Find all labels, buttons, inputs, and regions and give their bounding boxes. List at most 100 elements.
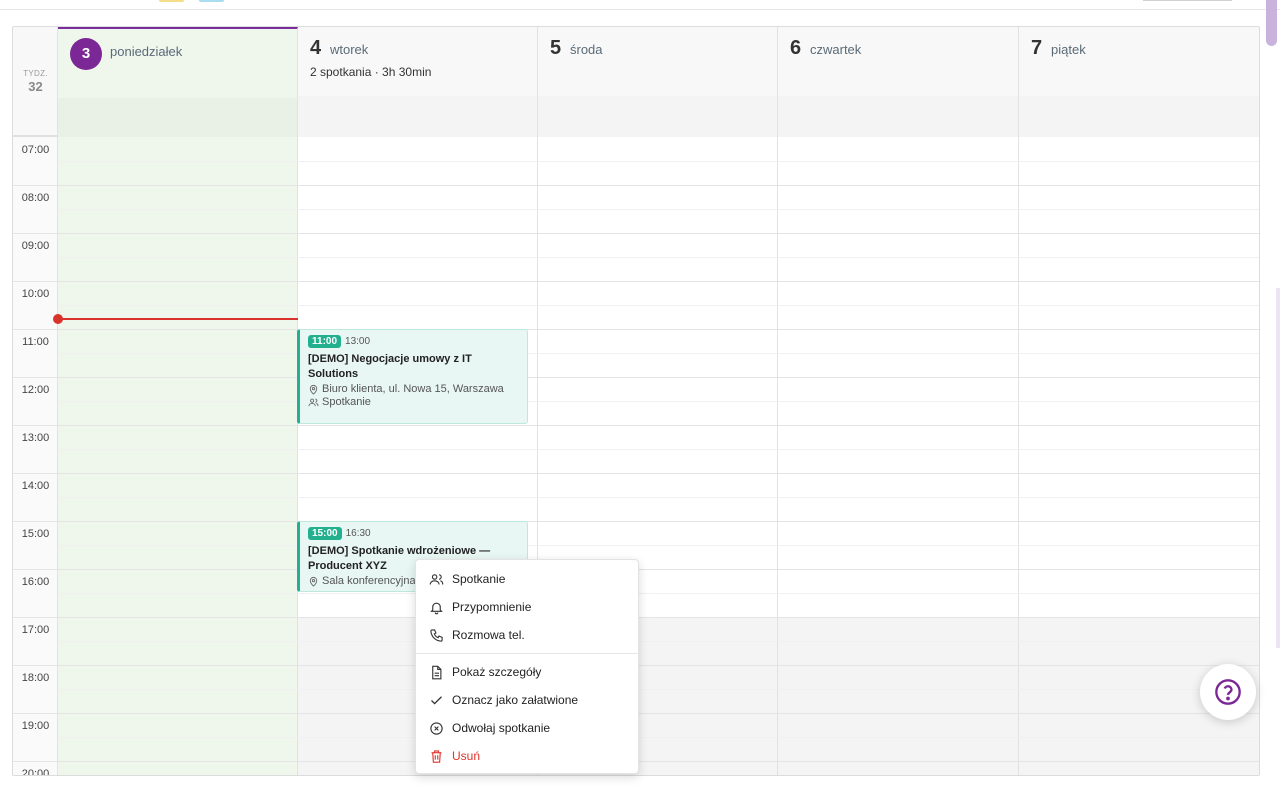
view-chip-yellow[interactable] <box>159 0 184 2</box>
menu-item-mark-done[interactable]: Oznacz jako załatwione <box>416 686 638 714</box>
day-name: środa <box>570 42 603 57</box>
time-label: 08:00 <box>21 192 50 204</box>
menu-item-meeting[interactable]: Spotkanie <box>416 565 638 593</box>
hour-line <box>13 473 1259 474</box>
event-location: Biuro klienta, ul. Nowa 15, Warszawa <box>308 383 519 395</box>
day-number: 7 <box>1031 37 1043 59</box>
half-hour-line <box>58 593 1259 594</box>
document-icon <box>428 664 444 680</box>
hour-line <box>13 521 1259 522</box>
menu-item-label: Przypomnienie <box>452 600 532 614</box>
day-summary: 2 spotkania · 3h 30min <box>310 65 432 79</box>
location-pin-icon <box>309 576 318 587</box>
event-card[interactable]: 11:00 13:00 [DEMO] Negocjacje umowy z IT… <box>297 329 528 424</box>
event-context-menu: Spotkanie Przypomnienie Rozmowa tel. Pok… <box>415 559 639 774</box>
menu-item-label: Pokaż szczegóły <box>452 665 542 679</box>
time-label: 09:00 <box>21 240 50 252</box>
top-toolbar <box>0 0 1280 10</box>
menu-item-label: Oznacz jako załatwione <box>452 693 579 707</box>
hour-line <box>13 281 1259 282</box>
event-location-text: Biuro klienta, ul. Nowa 15, Warszawa <box>322 383 504 395</box>
view-chip-blue[interactable] <box>199 0 224 2</box>
day-header-thursday[interactable]: 6 czwartek <box>778 27 1019 137</box>
day-header-tuesday[interactable]: 4 wtorek 2 spotkania · 3h 30min <box>298 27 538 137</box>
week-number: 32 <box>28 79 43 94</box>
time-label: 18:00 <box>21 672 50 684</box>
day-name: wtorek <box>330 42 369 57</box>
week-number-header: TYDZ. 32 <box>13 27 58 137</box>
time-label: 15:00 <box>21 528 50 540</box>
trash-icon <box>428 748 444 764</box>
half-hour-line <box>58 545 1259 546</box>
menu-item-delete[interactable]: Usuń <box>416 742 638 770</box>
help-button[interactable] <box>1200 664 1256 720</box>
hour-line <box>13 233 1259 234</box>
today-day-number: 3 <box>70 38 102 70</box>
menu-item-label: Spotkanie <box>452 572 506 586</box>
day-number: 4 <box>310 37 322 59</box>
event-start-time: 11:00 <box>308 335 342 348</box>
half-hour-line <box>58 497 1259 498</box>
menu-item-label: Odwołaj spotkanie <box>452 721 551 735</box>
event-time: 11:00 13:00 <box>308 335 519 348</box>
day-header-wednesday[interactable]: 5 środa <box>538 27 778 137</box>
all-day-area[interactable] <box>778 96 1018 137</box>
all-day-area[interactable] <box>298 96 537 137</box>
hour-line <box>13 377 1259 378</box>
week-label: TYDZ. <box>23 69 48 78</box>
event-type-text: Spotkanie <box>322 396 371 408</box>
day-header-friday[interactable]: 7 piątek <box>1019 27 1259 137</box>
event-title: [DEMO] Negocjacje umowy z IT Solutions <box>308 353 472 380</box>
half-hour-line <box>58 209 1259 210</box>
menu-item-cancel-meeting[interactable]: Odwołaj spotkanie <box>416 714 638 742</box>
bell-icon <box>428 599 444 615</box>
all-day-area[interactable] <box>1019 96 1259 137</box>
current-time-dot <box>53 314 63 324</box>
time-label: 17:00 <box>21 624 50 636</box>
time-label: 20:00 <box>21 768 50 776</box>
hour-line <box>13 329 1259 330</box>
event-location-text: Sala konferencyjna <box>322 575 416 587</box>
day-header-monday[interactable]: 3 poniedziałek <box>58 27 298 139</box>
half-hour-line <box>58 305 1259 306</box>
menu-item-label: Rozmowa tel. <box>452 628 525 642</box>
menu-item-show-details[interactable]: Pokaż szczegóły <box>416 658 638 686</box>
help-icon <box>1215 679 1241 705</box>
menu-separator <box>416 653 638 654</box>
hour-line <box>13 185 1259 186</box>
all-day-area[interactable] <box>538 96 777 137</box>
event-end-time: 13:00 <box>345 336 371 347</box>
users-icon <box>428 571 444 587</box>
all-day-area[interactable] <box>58 98 297 139</box>
half-hour-line <box>58 353 1259 354</box>
half-hour-line <box>58 401 1259 402</box>
half-hour-line <box>58 257 1259 258</box>
hour-line <box>13 425 1259 426</box>
time-label: 10:00 <box>21 288 50 300</box>
users-icon <box>308 398 319 406</box>
scrollbar-track[interactable] <box>1276 288 1280 648</box>
time-label: 07:00 <box>21 144 50 156</box>
half-hour-line <box>58 737 1259 738</box>
current-time-line <box>58 318 298 320</box>
event-time: 15:00 16:30 <box>308 527 519 540</box>
day-number: 6 <box>790 37 802 59</box>
event-type: Spotkanie <box>308 396 519 408</box>
toolbar-button[interactable] <box>1143 0 1232 1</box>
time-label: 19:00 <box>21 720 50 732</box>
scrollbar-thumb[interactable] <box>1266 0 1277 46</box>
phone-icon <box>428 627 444 643</box>
day-name: czwartek <box>810 42 862 57</box>
time-label: 12:00 <box>21 384 50 396</box>
menu-item-reminder[interactable]: Przypomnienie <box>416 593 638 621</box>
half-hour-line <box>58 689 1259 690</box>
event-end-time: 16:30 <box>345 528 371 539</box>
half-hour-line <box>58 161 1259 162</box>
event-start-time: 15:00 <box>308 527 342 540</box>
day-name: piątek <box>1051 42 1086 57</box>
menu-item-phone-call[interactable]: Rozmowa tel. <box>416 621 638 649</box>
time-label: 11:00 <box>22 336 49 348</box>
half-hour-line <box>58 449 1259 450</box>
menu-item-label: Usuń <box>452 749 481 763</box>
time-label: 13:00 <box>21 432 50 444</box>
